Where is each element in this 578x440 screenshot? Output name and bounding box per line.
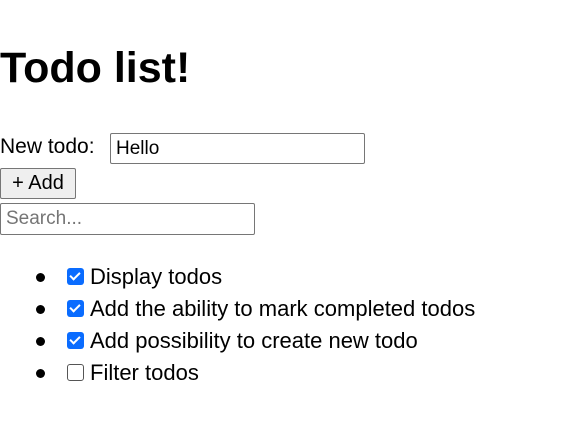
bullet-icon [36, 369, 45, 378]
todo-checkbox[interactable] [67, 268, 84, 285]
search-input[interactable] [0, 203, 255, 235]
todo-checkbox[interactable] [67, 300, 84, 317]
new-todo-input[interactable] [110, 133, 365, 164]
todo-text: Add the ability to mark completed todos [90, 296, 476, 321]
bullet-icon [36, 273, 45, 282]
new-todo-label: New todo: [0, 135, 95, 158]
todo-checkbox[interactable] [67, 364, 84, 381]
todo-checkbox[interactable] [67, 332, 84, 349]
todo-text: Filter todos [90, 360, 199, 385]
todo-text: Display todos [90, 264, 223, 289]
bullet-icon [36, 337, 45, 346]
page-title: Todo list! [0, 44, 191, 92]
bullet-icon [36, 305, 45, 314]
add-button[interactable]: + Add [0, 168, 76, 199]
todo-text: Add possibility to create new todo [90, 328, 418, 353]
